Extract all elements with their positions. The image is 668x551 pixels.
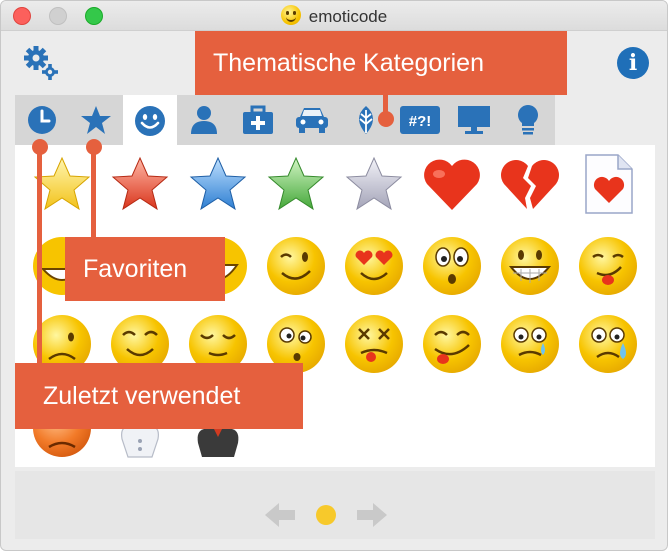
tab-favorites[interactable] bbox=[69, 95, 123, 145]
person-icon bbox=[191, 106, 217, 134]
callout-categories: Thematische Kategorien bbox=[195, 31, 567, 95]
window-title-area: emoticode bbox=[1, 5, 667, 27]
info-icon[interactable]: i bbox=[617, 47, 649, 79]
callout-favorites-text: Favoriten bbox=[83, 254, 188, 283]
emoji-star-red[interactable] bbox=[105, 149, 175, 219]
tab-people[interactable] bbox=[177, 95, 231, 145]
tab-recent[interactable] bbox=[15, 95, 69, 145]
emoji-smiley-tear[interactable] bbox=[495, 309, 565, 379]
callout-favorites: Favoriten bbox=[65, 237, 225, 301]
arrow-left-icon[interactable] bbox=[263, 501, 297, 534]
symbols-icon-label: #?! bbox=[409, 113, 432, 130]
tab-symbols[interactable]: #?! bbox=[393, 95, 447, 145]
emoji-smiley-heart-eyes[interactable] bbox=[339, 231, 409, 301]
emoji-star-blue[interactable] bbox=[183, 149, 253, 219]
star-icon bbox=[81, 106, 111, 134]
page-indicator-dot[interactable] bbox=[316, 505, 336, 525]
emoji-smiley-toothy-grin[interactable] bbox=[495, 231, 565, 301]
tab-smileys[interactable] bbox=[123, 95, 177, 147]
emoji-heart[interactable] bbox=[417, 149, 487, 219]
emoji-broken-heart[interactable] bbox=[495, 149, 565, 219]
tab-ideas[interactable] bbox=[501, 95, 555, 145]
gear-icon[interactable] bbox=[23, 45, 59, 81]
callout-recent-text: Zuletzt verwendet bbox=[43, 381, 241, 410]
callout-recent-dot bbox=[32, 139, 48, 155]
callout-recent-line bbox=[37, 147, 42, 365]
callout-favorites-line bbox=[91, 147, 96, 237]
monitor-icon bbox=[458, 106, 490, 134]
emoji-heart-document[interactable] bbox=[573, 149, 643, 219]
emoticode-window: emoticode i #?! Thematische Kategorien F… bbox=[0, 0, 668, 551]
emoji-smiley-tongue-wink[interactable] bbox=[417, 309, 487, 379]
callout-recent: Zuletzt verwendet bbox=[15, 363, 303, 429]
callout-categories-dot bbox=[378, 111, 394, 127]
app-smiley-icon bbox=[280, 5, 301, 25]
clock-icon bbox=[28, 106, 56, 134]
lightbulb-icon bbox=[518, 105, 538, 135]
smiley-icon bbox=[135, 106, 165, 136]
emoji-smiley-tongue[interactable] bbox=[573, 231, 643, 301]
car-icon bbox=[296, 108, 328, 133]
arrow-right-icon[interactable] bbox=[355, 501, 389, 534]
emoji-star-green[interactable] bbox=[261, 149, 331, 219]
pager-bar bbox=[15, 471, 655, 539]
title-bar: emoticode bbox=[1, 1, 667, 31]
tab-vehicles[interactable] bbox=[285, 95, 339, 145]
emoji-smiley-crying[interactable] bbox=[573, 309, 643, 379]
symbols-icon: #?! bbox=[400, 106, 440, 134]
emoji-smiley-surprised[interactable] bbox=[417, 231, 487, 301]
tab-objects[interactable] bbox=[447, 95, 501, 145]
emoji-star-gray[interactable] bbox=[339, 149, 409, 219]
medkit-icon bbox=[243, 105, 273, 134]
callout-categories-text: Thematische Kategorien bbox=[213, 48, 484, 77]
tab-medical[interactable] bbox=[231, 95, 285, 145]
callout-favorites-dot bbox=[86, 139, 102, 155]
window-title: emoticode bbox=[308, 7, 388, 26]
emoji-smiley-wink[interactable] bbox=[261, 231, 331, 301]
emoji-smiley-dizzy[interactable] bbox=[339, 309, 409, 379]
